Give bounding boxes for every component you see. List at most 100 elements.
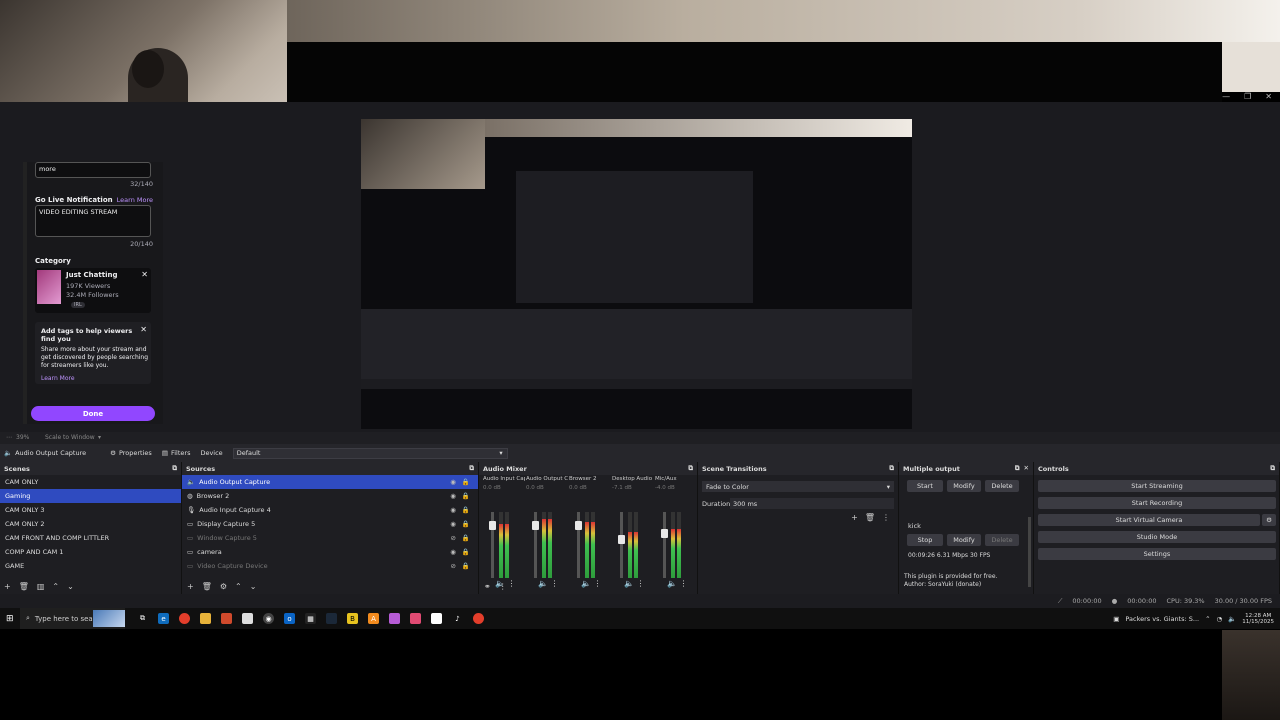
lock-icon[interactable]: 🔒 xyxy=(462,506,470,514)
volume-fader[interactable] xyxy=(532,512,539,578)
lock-icon[interactable]: 🔒 xyxy=(462,562,470,570)
visibility-eye-icon[interactable]: ◉ xyxy=(450,492,456,500)
link-icon[interactable]: ⚭ xyxy=(484,582,491,591)
gear-icon[interactable]: ⚙ xyxy=(220,582,227,591)
studio-mode-button[interactable]: Studio Mode xyxy=(1038,531,1276,543)
edge-icon[interactable]: e xyxy=(158,613,169,624)
source-item[interactable]: 🎙 Audio Input Capture 4 ◉ 🔒 xyxy=(182,503,478,517)
chrome-icon[interactable] xyxy=(179,613,190,624)
notification-field[interactable]: VIDEO EDITING STREAM xyxy=(35,205,151,237)
volume-fader[interactable] xyxy=(489,512,496,578)
dock-float-icon[interactable]: ⧉ xyxy=(889,464,894,473)
volume-fader[interactable] xyxy=(618,512,625,578)
mute-icon[interactable]: 🔈 xyxy=(538,579,548,588)
steam-icon[interactable] xyxy=(326,613,337,624)
notification-learn-more-link[interactable]: Learn More xyxy=(117,196,153,204)
visibility-eye-icon[interactable]: ⊘ xyxy=(450,534,455,542)
move-up-icon[interactable]: ⌃ xyxy=(235,582,242,591)
scene-item[interactable]: CAM ONLY xyxy=(0,475,181,489)
dock-float-icon[interactable]: ⧉ xyxy=(1270,464,1275,473)
delete-output-button[interactable]: Delete xyxy=(985,534,1019,546)
visibility-eye-icon[interactable]: ◉ xyxy=(450,478,456,486)
outlook-icon[interactable]: o xyxy=(284,613,295,624)
taskbar-search-input[interactable]: ⌕ Type here to search xyxy=(20,608,125,629)
scene-filter-icon[interactable]: ▥ xyxy=(37,582,45,591)
lock-icon[interactable]: 🔒 xyxy=(462,478,470,486)
modify-output-button[interactable]: Modify xyxy=(947,534,981,546)
trash-icon[interactable]: 🗑 xyxy=(202,582,212,591)
minimize-icon[interactable]: — xyxy=(1222,92,1230,102)
visibility-eye-icon[interactable]: ⊘ xyxy=(450,562,455,570)
dock-float-icon[interactable]: ⧉ xyxy=(1015,464,1020,473)
dock-float-icon[interactable]: ⧉ xyxy=(688,464,693,473)
visibility-eye-icon[interactable]: ◉ xyxy=(450,506,456,514)
filters-button[interactable]: ▤ Filters xyxy=(162,449,191,457)
mute-icon[interactable]: 🔈 xyxy=(624,579,634,588)
windows-start-icon[interactable]: ⊞ xyxy=(6,614,14,624)
fader-knob[interactable] xyxy=(489,520,496,530)
zoom-level[interactable]: 39% xyxy=(16,434,29,441)
app-purple-icon[interactable] xyxy=(389,613,400,624)
remove-category-icon[interactable]: ✕ xyxy=(141,270,148,279)
start-streaming-button[interactable]: Start Streaming xyxy=(1038,480,1276,492)
tags-learn-more-link[interactable]: Learn More xyxy=(41,375,75,382)
app-icon[interactable]: ▦ xyxy=(305,613,316,624)
app-pink-icon[interactable] xyxy=(410,613,421,624)
move-down-icon[interactable]: ⌄ xyxy=(67,582,74,591)
task-view-icon[interactable]: ⧉ xyxy=(137,613,148,624)
move-down-icon[interactable]: ⌄ xyxy=(250,582,257,591)
more-options-icon[interactable]: ⋮ xyxy=(677,579,688,588)
close-icon[interactable]: ✕ xyxy=(1265,92,1272,102)
scene-item[interactable]: Gaming xyxy=(0,489,181,503)
lock-icon[interactable]: 🔒 xyxy=(462,520,470,528)
scene-item[interactable]: GAME xyxy=(0,559,181,573)
more-options-icon[interactable]: ⋮ xyxy=(634,579,645,588)
chrome-alt-icon[interactable] xyxy=(473,613,484,624)
add-icon[interactable]: + xyxy=(187,582,194,591)
move-up-icon[interactable]: ⌃ xyxy=(52,582,59,591)
news-icon[interactable]: ▣ xyxy=(1113,615,1119,623)
delete-all-button[interactable]: Delete xyxy=(985,480,1019,492)
dock-float-icon[interactable]: ⧉ xyxy=(469,464,474,473)
duration-spinbox[interactable]: 300 ms xyxy=(730,498,894,509)
tiktok-icon[interactable]: ♪ xyxy=(452,613,463,624)
more-options-icon[interactable]: ⋮ xyxy=(882,513,890,522)
settings-button[interactable]: Settings xyxy=(1038,548,1276,560)
more-options-icon[interactable]: ⋮ xyxy=(548,579,559,588)
start-recording-button[interactable]: Start Recording xyxy=(1038,497,1276,509)
tray-notification-text[interactable]: Packers vs. Giants: S... xyxy=(1125,615,1199,623)
properties-button[interactable]: ⚙ Properties xyxy=(110,449,152,457)
scale-dropdown-icon[interactable]: ▾ xyxy=(98,434,101,441)
plugin-author[interactable]: Author: SoraYuki (donate) xyxy=(904,581,981,588)
volume-fader[interactable] xyxy=(575,512,582,578)
modify-all-button[interactable]: Modify xyxy=(947,480,981,492)
fader-knob[interactable] xyxy=(618,534,625,544)
visibility-eye-icon[interactable]: ◉ xyxy=(450,548,456,556)
close-icon[interactable]: ✕ xyxy=(1024,464,1029,473)
add-icon[interactable]: + xyxy=(851,513,858,522)
start-virtual-camera-button[interactable]: Start Virtual Camera xyxy=(1038,514,1260,526)
volume-fader[interactable] xyxy=(661,512,668,578)
more-options-icon[interactable]: ⋮ xyxy=(591,579,602,588)
add-icon[interactable]: + xyxy=(4,582,11,591)
scale-mode-select[interactable]: Scale to Window xyxy=(45,434,95,441)
chevron-up-icon[interactable]: ⌃ xyxy=(1205,615,1210,623)
lock-icon[interactable]: 🔒 xyxy=(462,492,470,500)
trash-icon[interactable]: 🗑 xyxy=(19,582,29,591)
virtual-camera-settings-button[interactable]: ⚙ xyxy=(1262,514,1276,526)
lock-icon[interactable]: 🔒 xyxy=(462,548,470,556)
source-item[interactable]: 🔈 Audio Output Capture ◉ 🔒 xyxy=(182,475,478,489)
calendar-icon[interactable] xyxy=(242,613,253,624)
title-field[interactable]: more xyxy=(35,162,151,178)
stop-output-button[interactable]: Stop xyxy=(907,534,943,546)
source-item[interactable]: ▭ Window Capture 5 ⊘ 🔒 xyxy=(182,531,478,545)
dock-float-icon[interactable]: ⧉ xyxy=(172,464,177,473)
source-item[interactable]: ▭ Video Capture Device ⊘ 🔒 xyxy=(182,559,478,573)
scrollbar[interactable] xyxy=(1028,517,1031,587)
trash-icon[interactable]: 🗑 xyxy=(865,513,875,522)
source-item[interactable]: ▭ Display Capture 5 ◉ 🔒 xyxy=(182,517,478,531)
done-button[interactable]: Done xyxy=(31,406,155,421)
scene-item[interactable]: CAM ONLY 3 xyxy=(0,503,181,517)
volume-icon[interactable]: 🔈 xyxy=(1228,615,1236,623)
source-item[interactable]: ▭ camera ◉ 🔒 xyxy=(182,545,478,559)
